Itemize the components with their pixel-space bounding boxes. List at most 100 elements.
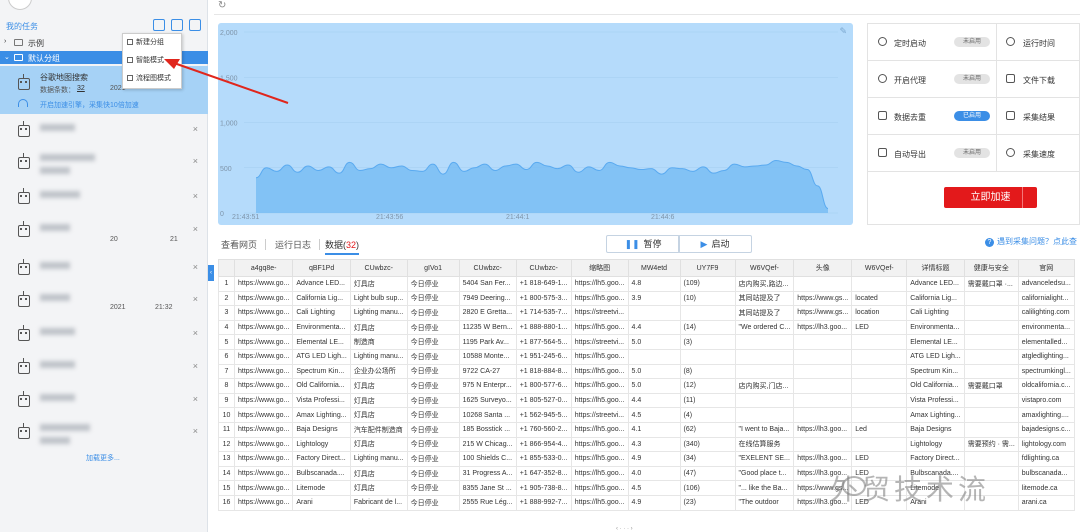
task-item[interactable]: × (0, 420, 208, 450)
table-cell: https://www.go... (233, 436, 294, 453)
close-icon[interactable]: × (193, 156, 198, 166)
avatar[interactable] (8, 0, 32, 10)
help-link[interactable]: ? 遇到采集问题？点此查 (985, 236, 1077, 247)
table-row[interactable]: 13 https://www.go... Factory Direct... Ligh… (218, 451, 1075, 467)
table-cell: https://lh5.goo... (570, 436, 629, 453)
auto-export-toggle[interactable]: 未启用 (954, 148, 990, 158)
task-item[interactable]: 2021 21:32 × (0, 288, 208, 318)
refresh-icon[interactable]: ↻ (218, 0, 226, 11)
table-cell: Elemental LE... (906, 334, 965, 350)
task-item[interactable]: × (0, 150, 208, 180)
close-icon[interactable]: × (193, 191, 198, 201)
task-item[interactable]: × (0, 388, 208, 418)
table-cell: https://lh5.goo... (570, 378, 629, 394)
file-download-link[interactable]: 文件下载 (1023, 75, 1055, 86)
pause-button[interactable]: ❚❚ 暂停 (606, 235, 680, 253)
tab-run-log[interactable]: 运行日志 (275, 238, 311, 251)
schedule-toggle[interactable]: 未启用 (954, 37, 990, 47)
speed-link[interactable]: 采集速度 (1023, 149, 1055, 160)
close-icon[interactable]: × (193, 328, 198, 338)
tab-view-page[interactable]: 查看网页 (221, 238, 257, 251)
table-row[interactable]: 2 https://www.go... California Lig... Light… (218, 290, 1075, 307)
edit-icon[interactable]: ✎ (839, 26, 847, 37)
table-cell: +1 805-527-0... (515, 392, 572, 409)
accelerate-button[interactable]: 立即加速 (944, 187, 1037, 208)
column-header[interactable]: 缩略图 (570, 259, 629, 277)
column-header[interactable]: W6VQef- (851, 259, 908, 277)
task-item[interactable]: × (0, 355, 208, 385)
column-header[interactable]: CUwbzc- (349, 259, 408, 277)
table-row[interactable]: 10 https://www.go... Amax Lighting... 灯具店 今日… (218, 407, 1075, 423)
chevron-down-icon[interactable]: ⌄ (1040, 193, 1047, 202)
table-row[interactable]: 7 https://www.go... Spectrum Kin... 企业办公场所今… (218, 363, 1075, 380)
table-cell: 2820 E Gretta... (458, 305, 517, 321)
results-link[interactable]: 采集结果 (1023, 112, 1055, 123)
settings-icon[interactable] (189, 19, 201, 31)
table-cell: 4 (218, 319, 235, 336)
import-icon[interactable] (153, 19, 165, 31)
column-header[interactable]: 健康与安全 (963, 259, 1019, 277)
column-header[interactable]: CUwbzc- (458, 259, 517, 277)
menu-item-new-group[interactable]: 新建分组 (123, 34, 181, 52)
add-task-icon[interactable] (171, 19, 183, 31)
column-header[interactable]: gIVo1 (406, 259, 460, 277)
table-row[interactable]: 5 https://www.go... Elemental LE... 制造商 今日停业… (218, 334, 1075, 350)
task-item[interactable]: × (0, 322, 208, 352)
table-row[interactable]: 8 https://www.go... Old California... 灯具店 今日… (218, 378, 1075, 394)
column-header[interactable]: 官网 (1017, 259, 1075, 277)
task-item[interactable]: × (0, 185, 208, 215)
x-tick-label: 21:43:51 (232, 214, 259, 221)
column-header[interactable]: 头像 (793, 259, 853, 277)
series-area (256, 160, 828, 213)
table-row[interactable]: 4 https://www.go... Environmenta... 灯具店 今日停业… (218, 319, 1075, 336)
time-icon (1006, 37, 1015, 46)
close-icon[interactable]: × (193, 394, 198, 404)
proxy-toggle[interactable]: 未启用 (954, 74, 990, 84)
table-cell: 1 (218, 276, 235, 292)
table-cell: https://www.go... (233, 480, 294, 496)
table-row[interactable]: 3 https://www.go... Cali Lighting Lighting … (218, 305, 1075, 321)
table-row[interactable]: 9 https://www.go... Vista Professi... 灯具店 今日… (218, 392, 1075, 409)
table-row[interactable]: 11 https://www.go... Baja Designs 汽车配件制造商 今日… (218, 421, 1075, 438)
table-cell: 4.4 (627, 319, 681, 336)
column-header[interactable]: qBF1Pd (292, 259, 351, 277)
table-cell: Factory Direct... (292, 451, 351, 467)
tab-data[interactable]: 数据(32) (325, 238, 360, 255)
table-cell: https://www.gs... (793, 290, 853, 307)
table-cell: (47) (679, 465, 736, 482)
table-cell: 4.5 (627, 480, 681, 496)
task-item[interactable]: × (0, 256, 208, 286)
close-icon[interactable]: × (193, 124, 198, 134)
close-icon[interactable]: × (193, 224, 198, 234)
task-count[interactable]: 32 (77, 85, 85, 92)
table-cell: 8355 Jane St ... (458, 480, 517, 496)
column-header[interactable] (218, 259, 235, 277)
column-header[interactable]: MW4etd (627, 259, 681, 277)
column-header[interactable]: W6VQef- (734, 259, 795, 277)
table-row[interactable]: 6 https://www.go... ATG LED Ligh... Lightin… (218, 348, 1075, 365)
load-more-link[interactable]: 加载更多... (86, 453, 120, 463)
column-header[interactable]: CUwbzc- (515, 259, 572, 277)
table-cell: https://www.go... (233, 319, 294, 336)
column-header[interactable]: UY7F9 (679, 259, 736, 277)
column-header[interactable]: 详情标题 (906, 259, 965, 277)
run-time-link[interactable]: 运行时间 (1023, 38, 1055, 49)
task-item[interactable]: 20 21 × (0, 218, 208, 248)
table-cell: 其同站提及了 (734, 290, 795, 307)
start-button[interactable]: ▶ 启动 (678, 235, 752, 253)
pager[interactable]: ‹ · · · › (616, 526, 633, 532)
table-row[interactable]: 12 https://www.go... Lightology 灯具店 今日停业 215 … (218, 436, 1075, 453)
table-cell: 4.0 (627, 465, 681, 482)
schedule-label: 定时启动 (894, 39, 926, 48)
close-icon[interactable]: × (193, 426, 198, 436)
task-item[interactable]: × (0, 118, 208, 148)
table-cell: https://lh5.goo... (570, 392, 629, 409)
sidebar-collapse-toggle[interactable]: ‹ (208, 265, 214, 281)
table-row[interactable]: 1 https://www.go... Advance LED... 灯具店 今日停业 5… (218, 276, 1075, 292)
column-header[interactable]: a4gq8e- (233, 259, 294, 277)
close-icon[interactable]: × (193, 361, 198, 371)
dedupe-toggle[interactable]: 已启用 (954, 111, 990, 121)
accelerate-link[interactable]: 开启加速引擎，采集快10倍加速 (40, 100, 139, 110)
close-icon[interactable]: × (193, 294, 198, 304)
close-icon[interactable]: × (193, 262, 198, 272)
